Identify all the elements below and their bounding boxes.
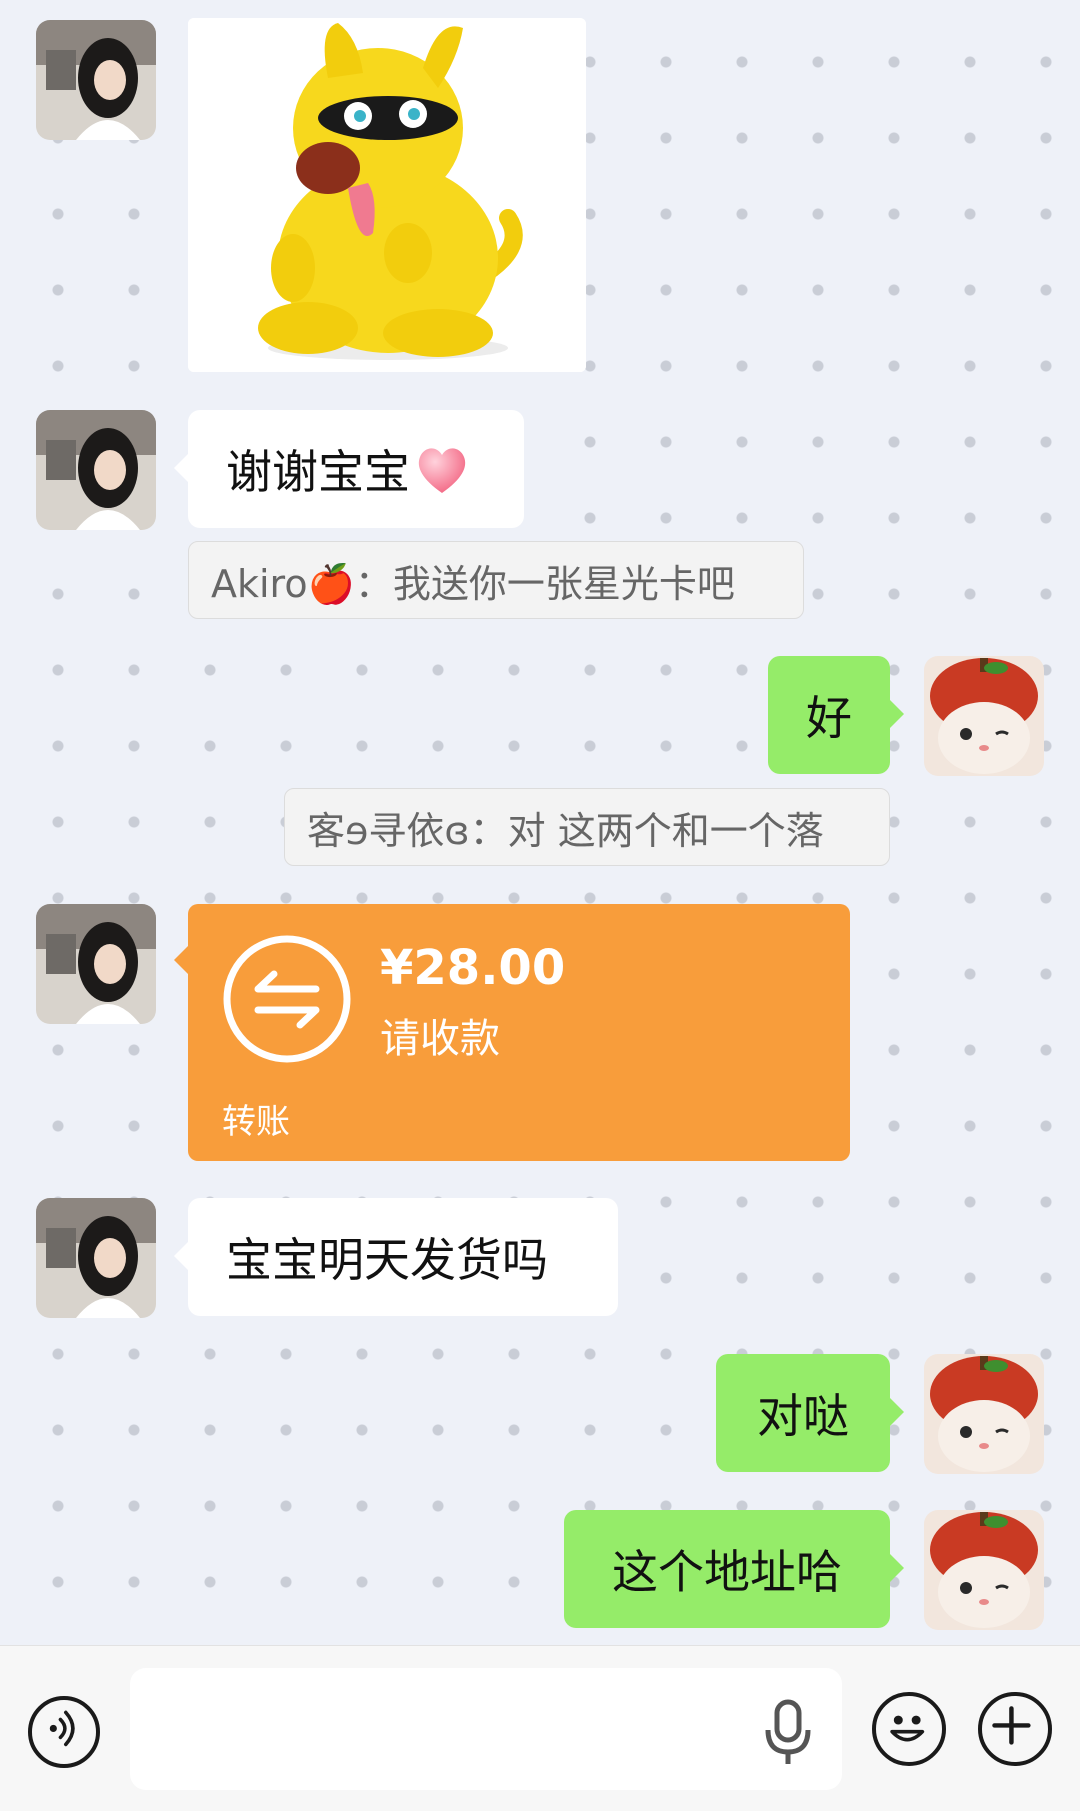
quoted-message[interactable]: 客ɘ寻依ɞ：对 这两个和一个落 — [284, 788, 890, 866]
transfer-arrows-icon — [223, 935, 351, 1063]
my-avatar[interactable] — [924, 656, 1044, 776]
transfer-label: 转账 — [222, 1102, 290, 1142]
contact-avatar[interactable] — [36, 410, 156, 530]
plus-icon — [992, 1706, 1031, 1745]
voice-button[interactable] — [28, 1696, 100, 1768]
yellow-dog-sticker-icon — [188, 18, 586, 372]
quoted-text: Akiro🍎：我送你一张星光卡吧 — [211, 561, 735, 606]
message-text: 对哒 — [757, 1389, 849, 1443]
transfer-status: 请收款 — [380, 1016, 500, 1062]
message-text: 宝宝明天发货吗 — [226, 1233, 548, 1287]
my-avatar[interactable] — [924, 1354, 1044, 1474]
message-text: 谢谢宝宝 — [226, 445, 410, 499]
heart-emoji-icon — [414, 443, 470, 495]
message-bubble[interactable]: 宝宝明天发货吗 — [174, 1198, 618, 1316]
message-text: 好 — [806, 691, 852, 745]
quoted-message[interactable]: Akiro🍎：我送你一张星光卡吧 — [188, 541, 804, 619]
mic-icon[interactable] — [758, 1698, 818, 1768]
contact-avatar-image — [36, 1198, 156, 1318]
contact-avatar[interactable] — [36, 904, 156, 1024]
contact-avatar-image — [36, 904, 156, 1024]
my-avatar-image — [924, 1354, 1044, 1474]
contact-avatar[interactable] — [36, 20, 156, 140]
message-bubble-mine[interactable]: 好 — [768, 656, 904, 774]
input-bar — [0, 1645, 1080, 1811]
contact-avatar-image — [36, 20, 156, 140]
emoji-icon — [890, 1715, 925, 1742]
sticker-message[interactable] — [188, 18, 586, 372]
contact-avatar-image — [36, 410, 156, 530]
chat-area[interactable]: 谢谢宝宝 Akiro🍎：我送你一张星光卡吧 好 客ɘ寻依ɞ：对 这两个和一个落 … — [0, 0, 1080, 1645]
transfer-card[interactable]: ¥28.00 请收款 转账 — [174, 904, 850, 1161]
voice-icon — [49, 1710, 75, 1747]
my-avatar-image — [924, 656, 1044, 776]
plus-button[interactable] — [978, 1692, 1052, 1766]
message-bubble-mine[interactable]: 这个地址哈 — [564, 1510, 904, 1628]
my-avatar[interactable] — [924, 1510, 1044, 1630]
message-input[interactable] — [130, 1668, 842, 1790]
emoji-button[interactable] — [872, 1692, 946, 1766]
contact-avatar[interactable] — [36, 1198, 156, 1318]
my-avatar-image — [924, 1510, 1044, 1630]
message-bubble-mine[interactable]: 对哒 — [716, 1354, 904, 1472]
message-bubble[interactable]: 谢谢宝宝 — [174, 410, 524, 528]
quoted-text: 客ɘ寻依ɞ：对 这两个和一个落 — [307, 808, 824, 853]
transfer-amount: ¥28.00 — [380, 940, 566, 996]
message-text: 这个地址哈 — [612, 1545, 842, 1599]
